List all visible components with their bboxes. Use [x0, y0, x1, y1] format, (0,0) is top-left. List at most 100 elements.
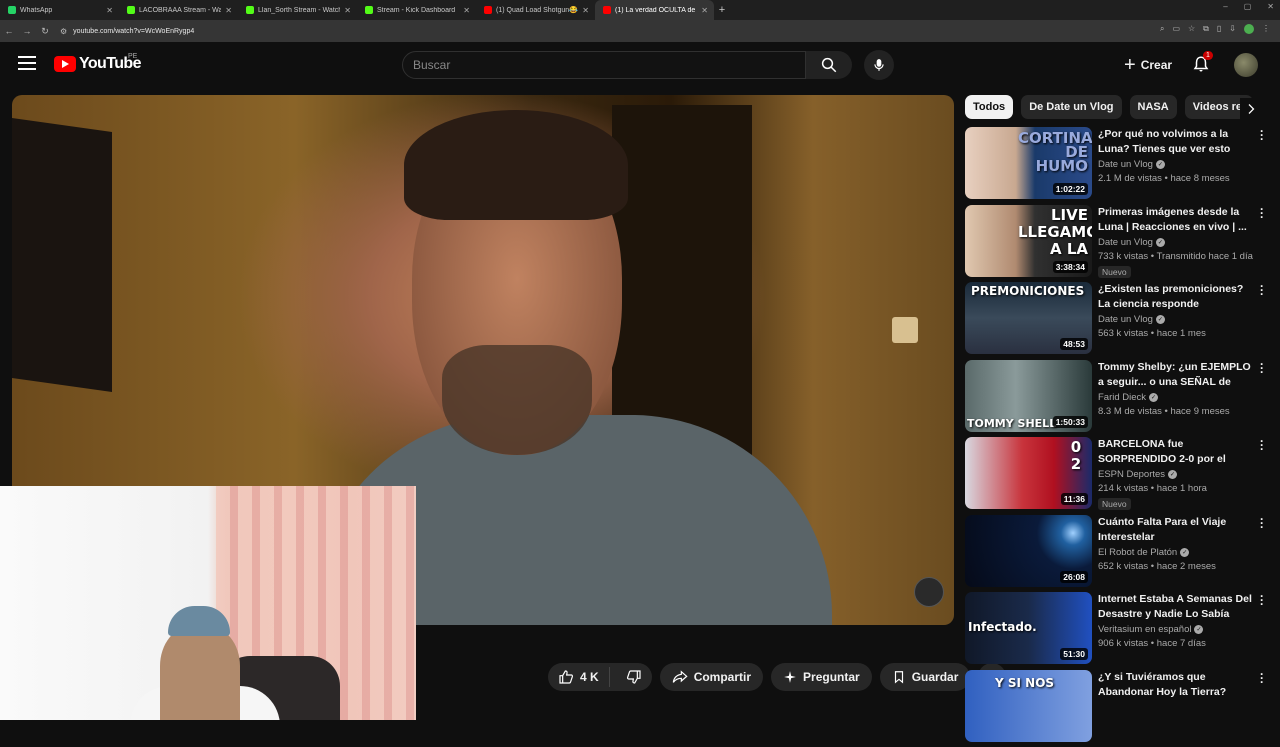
- url-field[interactable]: ⚙ youtube.com/watch?v=WcWoEnRygp4: [60, 27, 194, 36]
- channel-name-row[interactable]: Date un Vlog✓: [1098, 159, 1256, 170]
- video-title[interactable]: ¿Existen las premoniciones? La ciencia r…: [1098, 282, 1256, 312]
- video-options-icon[interactable]: ···: [1256, 672, 1268, 684]
- video-duration: 48:53: [1060, 338, 1088, 350]
- tab-close-icon[interactable]: ✕: [582, 6, 589, 15]
- zoom-icon[interactable]: ⌕: [1160, 24, 1164, 34]
- notifications-button[interactable]: 1: [1192, 54, 1210, 79]
- recommended-video[interactable]: Y SI NOS ¿Y si Tuviéramos que Abandonar …: [965, 670, 1270, 747]
- channel-name-row[interactable]: Farid Dieck✓: [1098, 392, 1256, 403]
- recommended-video[interactable]: TOMMY SHELL1:50:33 Tommy Shelby: ¿un EJE…: [965, 360, 1270, 438]
- video-title[interactable]: ¿Y si Tuviéramos que Abandonar Hoy la Ti…: [1098, 670, 1256, 700]
- tab-close-icon[interactable]: ✕: [463, 6, 470, 15]
- video-options-icon[interactable]: ···: [1256, 362, 1268, 374]
- dislike-button[interactable]: [616, 669, 652, 685]
- ask-button[interactable]: Preguntar: [771, 663, 872, 691]
- video-options-icon[interactable]: ···: [1256, 594, 1268, 606]
- video-title[interactable]: Primeras imágenes desde la Luna | Reacci…: [1098, 205, 1256, 235]
- hamburger-menu-icon[interactable]: [18, 56, 36, 74]
- share-button[interactable]: Compartir: [660, 663, 763, 691]
- like-button[interactable]: 4 K: [548, 667, 610, 687]
- video-title[interactable]: Tommy Shelby: ¿un EJEMPLO a seguir... o …: [1098, 360, 1256, 390]
- reload-icon[interactable]: ↻: [36, 26, 54, 37]
- search-placeholder: Buscar: [413, 58, 450, 72]
- channel-name-row[interactable]: Date un Vlog✓: [1098, 237, 1256, 248]
- voice-search-button[interactable]: [864, 50, 894, 80]
- filter-chip[interactable]: NASA: [1130, 95, 1177, 119]
- new-tab-icon[interactable]: +: [714, 4, 730, 16]
- channel-watermark-logo[interactable]: [914, 577, 944, 607]
- bookmark-star-icon[interactable]: ☆: [1188, 24, 1195, 34]
- forward-icon[interactable]: →: [18, 26, 36, 36]
- site-info-icon[interactable]: ⚙: [60, 27, 67, 36]
- download-icon[interactable]: ⇩: [1229, 24, 1236, 34]
- tab-close-icon[interactable]: ✕: [344, 6, 351, 15]
- tab-title: LACOBRAAA Stream - Watch: [139, 7, 221, 14]
- browser-tab[interactable]: WhatsApp ✕: [0, 0, 119, 20]
- avatar[interactable]: [1234, 53, 1258, 77]
- tab-close-icon[interactable]: ✕: [701, 6, 708, 15]
- video-thumbnail[interactable]: 0 211:36: [965, 437, 1092, 509]
- save-button[interactable]: Guardar: [880, 663, 971, 691]
- video-title[interactable]: BARCELONA fue SORPRENDIDO 2-0 por el ATL…: [1098, 437, 1256, 467]
- video-options-icon[interactable]: ···: [1256, 439, 1268, 451]
- video-meta: ¿Por qué no volvimos a la Luna? Tienes q…: [1098, 127, 1270, 205]
- close-window-icon[interactable]: ✕: [1267, 2, 1274, 11]
- back-icon[interactable]: ←: [0, 26, 18, 36]
- channel-name: ESPN Deportes: [1098, 469, 1165, 480]
- video-options-icon[interactable]: ···: [1256, 207, 1268, 219]
- video-options-icon[interactable]: ···: [1256, 284, 1268, 296]
- video-options-icon[interactable]: ···: [1256, 517, 1268, 529]
- channel-name: Date un Vlog: [1098, 237, 1153, 248]
- maximize-icon[interactable]: ▢: [1244, 2, 1252, 11]
- recommended-video[interactable]: Infectado.51:30 Internet Estaba A Semana…: [965, 592, 1270, 670]
- recommended-video[interactable]: 26:08 Cuánto Falta Para el Viaje Interes…: [965, 515, 1270, 593]
- browser-tab[interactable]: (1) La verdad OCULTA de la ✕: [595, 0, 714, 20]
- search-input[interactable]: Buscar: [402, 51, 806, 79]
- channel-name-row[interactable]: Date un Vlog✓: [1098, 314, 1256, 325]
- tab-close-icon[interactable]: ✕: [225, 6, 232, 15]
- chips-next-button[interactable]: [1240, 98, 1262, 120]
- extensions-icon[interactable]: ⧉: [1203, 24, 1209, 34]
- filter-chip[interactable]: De Date un Vlog: [1021, 95, 1121, 119]
- video-title[interactable]: ¿Por qué no volvimos a la Luna? Tienes q…: [1098, 127, 1256, 157]
- profile-icon[interactable]: [1244, 24, 1254, 34]
- recommended-video[interactable]: 0 211:36 BARCELONA fue SORPRENDIDO 2-0 p…: [965, 437, 1270, 515]
- search-button[interactable]: [806, 51, 852, 79]
- video-title[interactable]: Internet Estaba A Semanas Del Desastre y…: [1098, 592, 1256, 622]
- browser-tab[interactable]: Stream - Kick Dashboard ✕: [357, 0, 476, 20]
- filter-chip[interactable]: Todos: [965, 95, 1013, 119]
- channel-name-row[interactable]: El Robot de Platón✓: [1098, 547, 1256, 558]
- like-dislike-group: 4 K: [548, 663, 652, 691]
- thumbnail-text: 0 2: [1066, 439, 1086, 473]
- channel-name-row[interactable]: ESPN Deportes✓: [1098, 469, 1256, 480]
- browser-tab[interactable]: Llan_Sorth Stream - Watch Live ✕: [238, 0, 357, 20]
- recommended-video[interactable]: LIVE LLEGAMOS A LA3:38:34 Primeras imáge…: [965, 205, 1270, 283]
- video-options-icon[interactable]: ···: [1256, 129, 1268, 141]
- video-thumbnail[interactable]: LIVE LLEGAMOS A LA3:38:34: [965, 205, 1092, 277]
- video-meta: ¿Existen las premoniciones? La ciencia r…: [1098, 282, 1270, 360]
- sidebar-icon[interactable]: ▯: [1217, 24, 1221, 34]
- video-stats: 214 k vistas • hace 1 hora: [1098, 483, 1256, 494]
- recommended-video[interactable]: PREMONICIONES48:53 ¿Existen las premonic…: [965, 282, 1270, 360]
- minimize-icon[interactable]: –: [1223, 2, 1227, 11]
- channel-name: Farid Dieck: [1098, 392, 1146, 403]
- video-thumbnail[interactable]: Infectado.51:30: [965, 592, 1092, 664]
- address-bar-icons: ⌕ ▭ ☆ ⧉ ▯ ⇩ ⋮: [1160, 24, 1270, 34]
- video-thumbnail[interactable]: PREMONICIONES48:53: [965, 282, 1092, 354]
- video-thumbnail[interactable]: 26:08: [965, 515, 1092, 587]
- video-title[interactable]: Cuánto Falta Para el Viaje Interestelar: [1098, 515, 1256, 545]
- video-thumbnail[interactable]: Y SI NOS: [965, 670, 1092, 742]
- share-icon: [672, 669, 688, 685]
- browser-tab[interactable]: LACOBRAAA Stream - Watch ✕: [119, 0, 238, 20]
- cast-icon[interactable]: ▭: [1172, 24, 1180, 34]
- recommended-video[interactable]: CORTINA DE HUMO1:02:22 ¿Por qué no volvi…: [965, 127, 1270, 205]
- tab-close-icon[interactable]: ✕: [106, 6, 113, 15]
- video-thumbnail[interactable]: CORTINA DE HUMO1:02:22: [965, 127, 1092, 199]
- webcam-person: [160, 626, 240, 720]
- create-button[interactable]: + Crear: [1116, 52, 1180, 78]
- browser-menu-icon[interactable]: ⋮: [1262, 24, 1270, 34]
- video-thumbnail[interactable]: TOMMY SHELL1:50:33: [965, 360, 1092, 432]
- channel-name-row[interactable]: Veritasium en español✓: [1098, 624, 1256, 635]
- browser-tab[interactable]: (1) Quad Load Shotgun😂 ✕: [476, 0, 595, 20]
- youtube-logo[interactable]: YouTube PE: [54, 55, 141, 73]
